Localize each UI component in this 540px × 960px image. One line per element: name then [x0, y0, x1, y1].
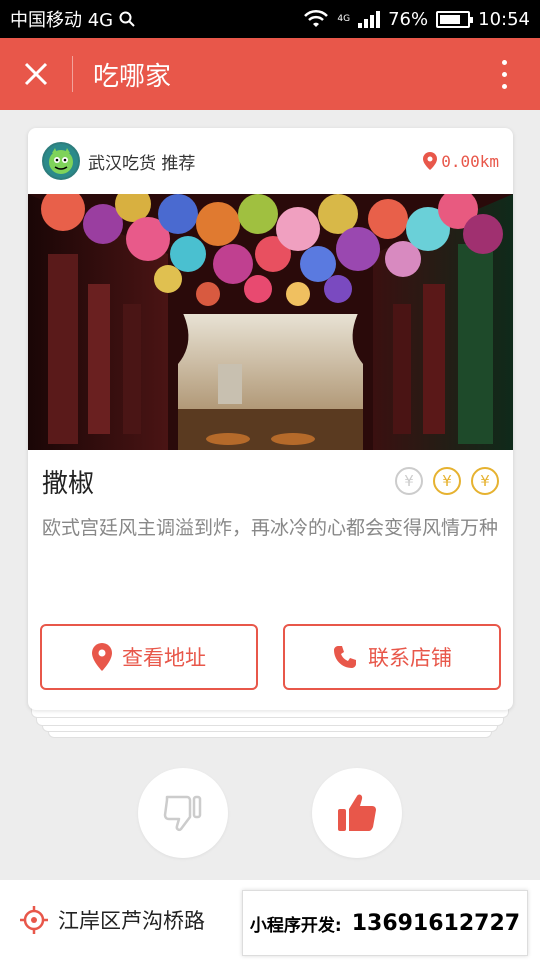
restaurant-name: 撒椒 [42, 468, 95, 499]
header-divider [72, 56, 73, 92]
info-row: 撒椒 ¥ ¥ ¥ [28, 450, 513, 512]
monster-avatar-icon [49, 148, 73, 174]
restaurant-description: 欧式宫廷风主调溢到炸，再冰冷的心都会变得风情万种 [42, 517, 499, 539]
app-header: 吃哪家 [0, 38, 540, 110]
restaurant-card[interactable]: 武汉吃货 推荐 0.00km 撒椒 ¥ ¥ ¥ 欧式宫廷风主调溢到炸，再冰冷的心… [28, 128, 513, 710]
location-pin-icon [423, 152, 438, 170]
price-level: ¥ ¥ ¥ [395, 467, 499, 495]
promo-phone: 13691612727 [351, 910, 521, 936]
contact-store-label: 联系店铺 [368, 646, 452, 670]
more-button[interactable] [468, 38, 540, 110]
battery-percent: 76% [388, 8, 429, 30]
battery-icon [436, 10, 474, 28]
price-yen-icon: ¥ [433, 467, 461, 495]
wifi-icon [304, 9, 329, 27]
view-address-button[interactable]: 查看地址 [40, 624, 258, 690]
like-button[interactable] [312, 768, 402, 858]
location-pin-icon [92, 643, 112, 671]
close-icon [24, 62, 48, 86]
phone-icon [334, 646, 356, 668]
thumbs-down-icon [163, 795, 202, 832]
restaurant-photo[interactable] [28, 194, 513, 450]
more-vertical-icon [501, 59, 507, 65]
target-location-icon [20, 906, 48, 934]
promo-banner: 小程序开发: 13691612727 [242, 890, 528, 956]
price-yen-icon: ¥ [395, 467, 423, 495]
recommender-label: 武汉吃货 推荐 [88, 153, 196, 174]
clock: 10:54 [478, 8, 530, 30]
close-button[interactable] [0, 38, 72, 110]
search-icon [119, 11, 135, 27]
page-title: 吃哪家 [93, 61, 172, 92]
thumbs-up-icon [338, 794, 376, 831]
carrier: 中国移动 4G [10, 6, 135, 32]
card-header: 武汉吃货 推荐 0.00km [28, 128, 513, 194]
promo-prefix: 小程序开发: [249, 915, 342, 936]
distance: 0.00km [423, 152, 499, 171]
price-yen-icon: ¥ [471, 467, 499, 495]
card-actions: 查看地址 联系店铺 [28, 624, 513, 690]
network-type: 4G [337, 13, 351, 24]
contact-store-button[interactable]: 联系店铺 [283, 624, 501, 690]
view-address-label: 查看地址 [122, 646, 206, 670]
distance-value: 0.00km [441, 151, 499, 171]
carrier-label: 中国移动 4G [10, 10, 114, 31]
status-bar: 中国移动 4G 4G 76% 10:54 [0, 0, 540, 38]
restaurant-interior-image [28, 194, 513, 450]
dislike-button[interactable] [138, 768, 228, 858]
signal-icon [358, 10, 381, 28]
avatar [42, 142, 80, 180]
current-location: 江岸区芦沟桥路 [58, 909, 205, 933]
